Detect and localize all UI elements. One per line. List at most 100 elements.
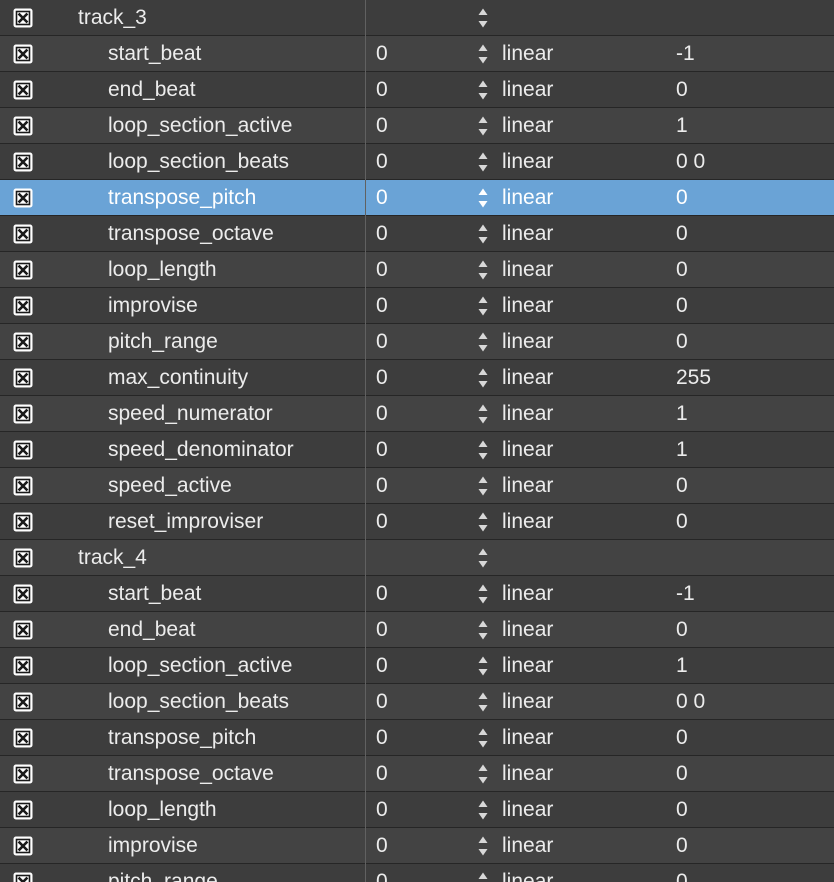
start-value[interactable]: 0: [376, 720, 388, 755]
stepper-arrows-icon[interactable]: [477, 655, 489, 677]
parameter-row[interactable]: speed_numerator 0 linear 1: [0, 396, 834, 432]
start-value[interactable]: 0: [376, 756, 388, 791]
track-group-row[interactable]: track_4: [0, 540, 834, 576]
checkbox-checked-icon[interactable]: [13, 152, 33, 172]
end-value[interactable]: 0: [676, 216, 688, 251]
end-value[interactable]: 0: [676, 828, 688, 863]
stepper-arrows-icon[interactable]: [477, 151, 489, 173]
parameter-row[interactable]: speed_denominator 0 linear 1: [0, 432, 834, 468]
checkbox-checked-icon[interactable]: [13, 404, 33, 424]
interpolation-select[interactable]: linear: [502, 72, 553, 107]
stepper-arrows-icon[interactable]: [477, 871, 489, 882]
start-value[interactable]: 0: [376, 396, 388, 431]
parameter-row[interactable]: transpose_pitch 0 linear 0: [0, 720, 834, 756]
parameter-row[interactable]: transpose_octave 0 linear 0: [0, 756, 834, 792]
checkbox-checked-icon[interactable]: [13, 584, 33, 604]
interpolation-select[interactable]: linear: [502, 612, 553, 647]
stepper-arrows-icon[interactable]: [477, 619, 489, 641]
checkbox-checked-icon[interactable]: [13, 656, 33, 676]
parameter-row[interactable]: end_beat 0 linear 0: [0, 612, 834, 648]
start-value[interactable]: 0: [376, 252, 388, 287]
checkbox-checked-icon[interactable]: [13, 872, 33, 882]
end-value[interactable]: 0: [676, 288, 688, 323]
start-value[interactable]: 0: [376, 864, 388, 882]
parameter-row[interactable]: max_continuity 0 linear 255: [0, 360, 834, 396]
interpolation-select[interactable]: linear: [502, 144, 553, 179]
checkbox-checked-icon[interactable]: [13, 260, 33, 280]
stepper-arrows-icon[interactable]: [477, 511, 489, 533]
start-value[interactable]: 0: [376, 504, 388, 539]
checkbox-checked-icon[interactable]: [13, 116, 33, 136]
parameter-row[interactable]: transpose_pitch 0 linear 0: [0, 180, 834, 216]
stepper-arrows-icon[interactable]: [477, 187, 489, 209]
parameter-row[interactable]: loop_section_beats 0 linear 0 0: [0, 684, 834, 720]
stepper-arrows-icon[interactable]: [477, 691, 489, 713]
interpolation-select[interactable]: linear: [502, 216, 553, 251]
start-value[interactable]: 0: [376, 792, 388, 827]
stepper-arrows-icon[interactable]: [477, 7, 489, 29]
end-value[interactable]: 1: [676, 648, 688, 683]
parameter-row[interactable]: end_beat 0 linear 0: [0, 72, 834, 108]
checkbox-checked-icon[interactable]: [13, 80, 33, 100]
parameter-row[interactable]: improvise 0 linear 0: [0, 828, 834, 864]
parameter-row[interactable]: loop_section_active 0 linear 1: [0, 648, 834, 684]
stepper-arrows-icon[interactable]: [477, 475, 489, 497]
parameter-row[interactable]: start_beat 0 linear -1: [0, 576, 834, 612]
interpolation-select[interactable]: linear: [502, 756, 553, 791]
parameter-row[interactable]: pitch_range 0 linear 0: [0, 864, 834, 882]
checkbox-checked-icon[interactable]: [13, 548, 33, 568]
end-value[interactable]: 1: [676, 432, 688, 467]
stepper-arrows-icon[interactable]: [477, 79, 489, 101]
stepper-arrows-icon[interactable]: [477, 799, 489, 821]
interpolation-select[interactable]: linear: [502, 180, 553, 215]
start-value[interactable]: 0: [376, 684, 388, 719]
checkbox-checked-icon[interactable]: [13, 296, 33, 316]
parameter-row[interactable]: speed_active 0 linear 0: [0, 468, 834, 504]
end-value[interactable]: 1: [676, 396, 688, 431]
checkbox-checked-icon[interactable]: [13, 188, 33, 208]
parameter-row[interactable]: loop_length 0 linear 0: [0, 792, 834, 828]
end-value[interactable]: 0: [676, 612, 688, 647]
checkbox-checked-icon[interactable]: [13, 728, 33, 748]
end-value[interactable]: 0: [676, 720, 688, 755]
end-value[interactable]: 1: [676, 108, 688, 143]
interpolation-select[interactable]: linear: [502, 864, 553, 882]
stepper-arrows-icon[interactable]: [477, 367, 489, 389]
start-value[interactable]: 0: [376, 144, 388, 179]
parameter-row[interactable]: improvise 0 linear 0: [0, 288, 834, 324]
checkbox-checked-icon[interactable]: [13, 476, 33, 496]
checkbox-checked-icon[interactable]: [13, 512, 33, 532]
checkbox-checked-icon[interactable]: [13, 224, 33, 244]
interpolation-select[interactable]: linear: [502, 324, 553, 359]
interpolation-select[interactable]: linear: [502, 792, 553, 827]
stepper-arrows-icon[interactable]: [477, 763, 489, 785]
end-value[interactable]: -1: [676, 576, 695, 611]
interpolation-select[interactable]: linear: [502, 252, 553, 287]
end-value[interactable]: 0 0: [676, 144, 705, 179]
checkbox-checked-icon[interactable]: [13, 692, 33, 712]
interpolation-select[interactable]: linear: [502, 648, 553, 683]
start-value[interactable]: 0: [376, 36, 388, 71]
end-value[interactable]: -1: [676, 36, 695, 71]
stepper-arrows-icon[interactable]: [477, 727, 489, 749]
interpolation-select[interactable]: linear: [502, 360, 553, 395]
start-value[interactable]: 0: [376, 360, 388, 395]
interpolation-select[interactable]: linear: [502, 396, 553, 431]
checkbox-checked-icon[interactable]: [13, 620, 33, 640]
checkbox-checked-icon[interactable]: [13, 800, 33, 820]
start-value[interactable]: 0: [376, 828, 388, 863]
parameter-row[interactable]: loop_length 0 linear 0: [0, 252, 834, 288]
end-value[interactable]: 0 0: [676, 684, 705, 719]
checkbox-checked-icon[interactable]: [13, 332, 33, 352]
interpolation-select[interactable]: linear: [502, 504, 553, 539]
checkbox-checked-icon[interactable]: [13, 8, 33, 28]
stepper-arrows-icon[interactable]: [477, 547, 489, 569]
checkbox-checked-icon[interactable]: [13, 836, 33, 856]
checkbox-checked-icon[interactable]: [13, 440, 33, 460]
end-value[interactable]: 0: [676, 180, 688, 215]
start-value[interactable]: 0: [376, 648, 388, 683]
parameter-row[interactable]: transpose_octave 0 linear 0: [0, 216, 834, 252]
start-value[interactable]: 0: [376, 72, 388, 107]
interpolation-select[interactable]: linear: [502, 432, 553, 467]
end-value[interactable]: 0: [676, 864, 688, 882]
